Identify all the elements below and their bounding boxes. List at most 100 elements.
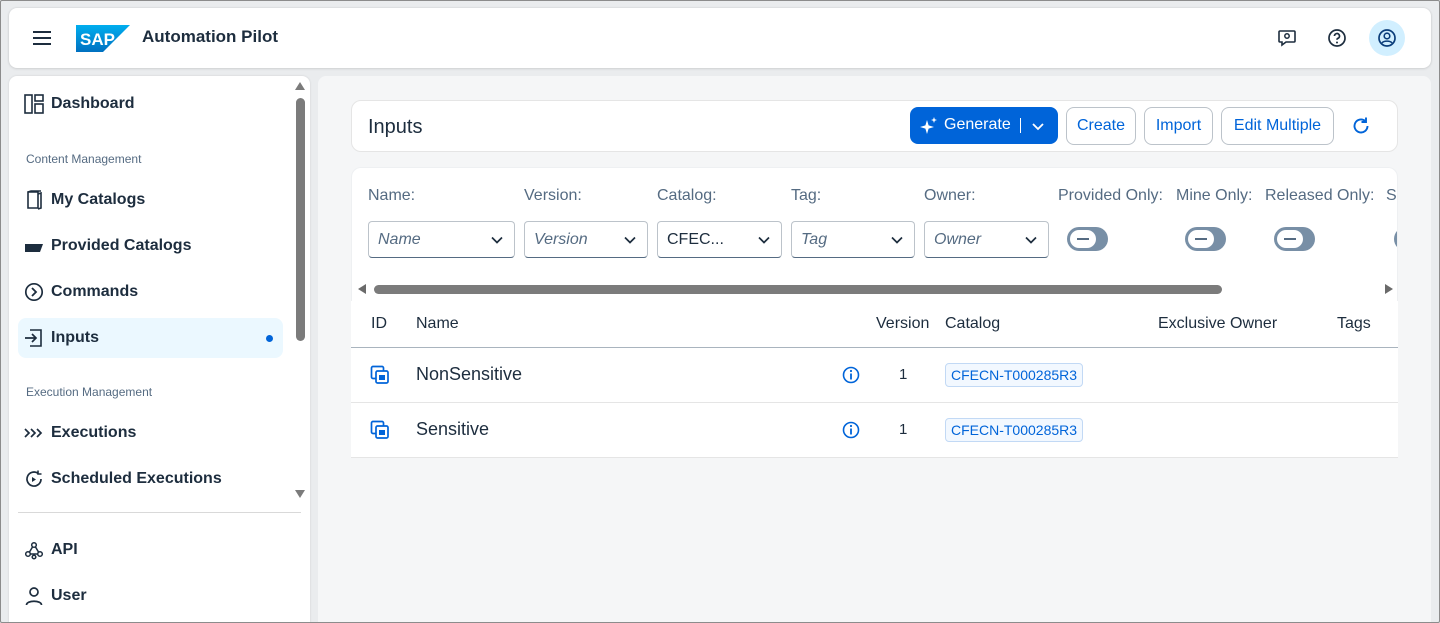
nav-label-scheduled-executions: Scheduled Executions xyxy=(51,470,222,487)
nav-scroll-up-arrow[interactable] xyxy=(295,82,305,90)
filter-label-tag: Tag: xyxy=(791,187,822,204)
menu-icon[interactable] xyxy=(31,27,53,49)
edit-multiple-button[interactable]: Edit Multiple xyxy=(1221,107,1334,145)
chevron-down-icon xyxy=(891,236,903,244)
truncated-switch[interactable] xyxy=(1394,227,1398,251)
nav-item-dashboard[interactable]: Dashboard xyxy=(18,84,283,124)
app-title: Automation Pilot xyxy=(142,27,278,46)
nav-label-my-catalogs: My Catalogs xyxy=(51,191,146,208)
nav-item-provided-catalogs[interactable]: Provided Catalogs xyxy=(18,226,283,266)
nav-item-commands[interactable]: Commands xyxy=(18,272,283,312)
nav-item-api[interactable]: API xyxy=(18,530,283,570)
filter-label-provided-only: Provided Only: xyxy=(1058,187,1163,204)
tag-filter-placeholder: Tag xyxy=(801,231,828,248)
nav-item-my-catalogs[interactable]: My Catalogs xyxy=(18,180,283,220)
help-icon[interactable] xyxy=(1325,26,1349,50)
import-button[interactable]: Import xyxy=(1144,107,1213,145)
row-name: NonSensitive xyxy=(416,364,523,384)
user-avatar[interactable] xyxy=(1369,20,1405,56)
switch-knob xyxy=(1188,230,1214,248)
nav-scrollbar-thumb[interactable] xyxy=(296,98,305,341)
main-content: Inputs Generate Create Import Edit Multi… xyxy=(318,76,1431,623)
filter-label-released-only: Released Only: xyxy=(1265,187,1375,204)
column-header-tags[interactable]: Tags xyxy=(1337,315,1371,333)
refresh-icon[interactable] xyxy=(1350,115,1372,137)
chevron-down-icon xyxy=(1025,236,1037,244)
command-circle-icon xyxy=(24,282,44,302)
info-icon[interactable] xyxy=(841,420,861,440)
table-header: ID Name Version Catalog Exclusive Owner … xyxy=(351,301,1398,348)
table-row[interactable]: NonSensitive 1 CFECN-T000285R3 xyxy=(351,348,1398,403)
column-header-exclusive-owner[interactable]: Exclusive Owner xyxy=(1158,315,1277,333)
filter-label-version: Version: xyxy=(524,187,582,204)
chevron-down-icon xyxy=(758,236,770,244)
filter-bar: Name: Version: Catalog: Tag: Owner: Prov… xyxy=(351,167,1398,301)
nav-item-executions[interactable]: Executions xyxy=(18,413,283,453)
chevron-down-icon[interactable] xyxy=(1030,118,1046,134)
column-header-version[interactable]: Version xyxy=(876,315,929,333)
filter-label-owner: Owner: xyxy=(924,187,976,204)
version-filter-select[interactable]: Version xyxy=(524,221,648,258)
chevron-down-icon xyxy=(491,236,503,244)
info-icon[interactable] xyxy=(841,365,861,385)
create-button[interactable]: Create xyxy=(1066,107,1136,145)
sap-logo: SAP xyxy=(76,25,130,52)
sparkle-icon xyxy=(920,117,937,134)
row-catalog-token[interactable]: CFECN-T000285R3 xyxy=(945,418,1084,442)
nav-label-dashboard: Dashboard xyxy=(51,95,135,112)
filter-label-truncated: S xyxy=(1386,187,1397,204)
generate-label: Generate xyxy=(944,116,1011,133)
version-filter-placeholder: Version xyxy=(534,231,588,248)
page-header: Inputs Generate Create Import Edit Multi… xyxy=(351,100,1398,152)
nav-item-inputs[interactable]: Inputs xyxy=(18,318,283,358)
dashboard-icon xyxy=(24,94,44,114)
scroll-right-arrow[interactable] xyxy=(1385,284,1393,294)
row-version: 1 xyxy=(899,366,908,383)
input-icon xyxy=(24,328,44,348)
nav-group-content-management: Content Management xyxy=(26,152,142,166)
released-only-switch[interactable] xyxy=(1274,227,1315,251)
name-filter-select[interactable]: Name xyxy=(368,221,515,258)
owner-filter-placeholder: Owner xyxy=(934,231,982,248)
copy-icon[interactable] xyxy=(370,420,390,440)
mine-only-switch[interactable] xyxy=(1185,227,1226,251)
nav-separator xyxy=(18,512,301,513)
filter-label-name: Name: xyxy=(368,187,416,204)
owner-filter-select[interactable]: Owner xyxy=(924,221,1049,258)
column-header-name[interactable]: Name xyxy=(416,315,459,333)
nav-label-commands: Commands xyxy=(51,283,139,300)
side-navigation: Dashboard Content Management My Catalogs… xyxy=(9,76,310,623)
column-header-id[interactable]: ID xyxy=(371,315,387,333)
filter-label-catalog: Catalog: xyxy=(657,187,717,204)
tag-filter-select[interactable]: Tag xyxy=(791,221,915,258)
scroll-left-arrow[interactable] xyxy=(358,284,366,294)
feedback-icon[interactable] xyxy=(1275,26,1299,50)
user-circle-icon xyxy=(1378,29,1396,47)
folder-icon xyxy=(24,236,44,256)
name-filter-placeholder: Name xyxy=(378,231,421,248)
user-icon xyxy=(24,586,44,606)
catalog-filter-select[interactable]: CFEC... xyxy=(657,221,782,258)
generate-button[interactable]: Generate xyxy=(910,107,1058,144)
book-icon xyxy=(24,190,44,210)
provided-only-switch[interactable] xyxy=(1067,227,1108,251)
selected-indicator xyxy=(266,335,273,342)
nav-item-scheduled-executions[interactable]: Scheduled Executions xyxy=(18,459,283,499)
copy-icon[interactable] xyxy=(370,365,390,385)
shell-bar: SAP Automation Pilot xyxy=(9,8,1431,68)
row-version: 1 xyxy=(899,421,908,438)
nav-label-executions: Executions xyxy=(51,424,137,441)
horizontal-scrollbar-thumb[interactable] xyxy=(374,285,1222,294)
content-card: Name: Version: Catalog: Tag: Owner: Prov… xyxy=(351,167,1398,623)
table-row[interactable]: Sensitive 1 CFECN-T000285R3 xyxy=(351,403,1398,458)
nav-item-user[interactable]: User xyxy=(18,576,283,616)
column-header-catalog[interactable]: Catalog xyxy=(945,315,1000,333)
row-catalog-token[interactable]: CFECN-T000285R3 xyxy=(945,363,1084,387)
scheduled-icon xyxy=(24,469,44,489)
filter-label-mine-only: Mine Only: xyxy=(1176,187,1253,204)
chevron-down-icon xyxy=(624,236,636,244)
switch-knob xyxy=(1397,230,1398,248)
nav-label-api: API xyxy=(51,541,78,558)
switch-knob xyxy=(1070,230,1096,248)
nav-scroll-down-arrow[interactable] xyxy=(295,490,305,498)
